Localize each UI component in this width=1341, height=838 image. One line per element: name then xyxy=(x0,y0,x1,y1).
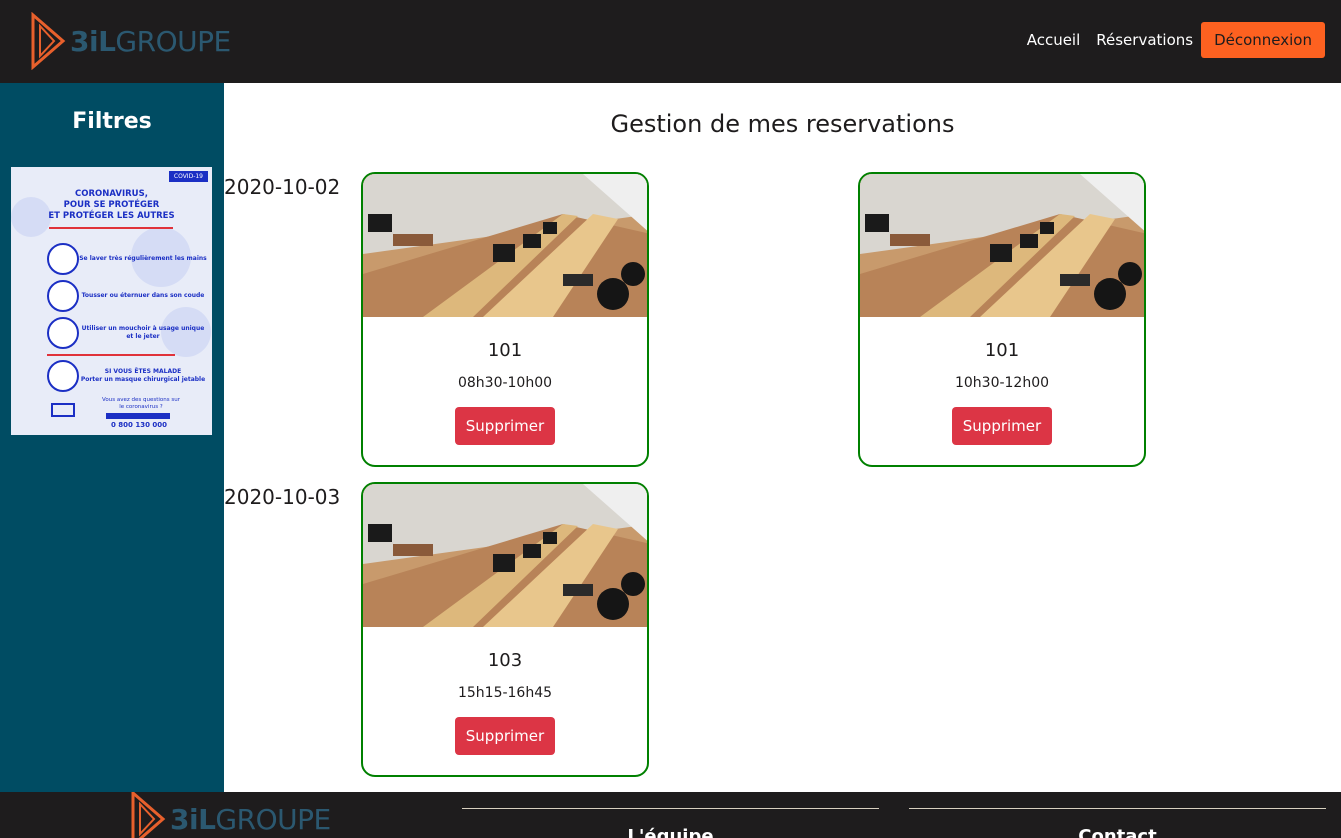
poster-phone: 0 800 130 000 xyxy=(110,421,168,429)
reservation-date: 2020-10-02 xyxy=(224,175,341,199)
logo-text: 3iLGROUPE xyxy=(170,803,331,836)
room-number: 101 xyxy=(487,340,523,361)
time-slot: 10h30-12h00 xyxy=(954,375,1050,391)
time-slot: 15h15-16h45 xyxy=(457,685,553,701)
laptop-icon xyxy=(51,403,75,417)
play-triangle-logo-icon xyxy=(31,12,66,70)
poster-divider xyxy=(47,354,175,356)
page-title: Gestion de mes reservations xyxy=(610,110,955,138)
poster-tip-title: SI VOUS ÊTES MALADE xyxy=(104,368,182,375)
nav-links: Accueil Réservations Déconnexion xyxy=(1027,22,1325,58)
footer-contact-heading: Contact xyxy=(1078,826,1157,838)
poster-tip-text: Utiliser un mouchoir à usage unique et l… xyxy=(81,325,205,340)
mask-icon xyxy=(47,360,79,392)
tissue-icon xyxy=(47,317,79,349)
room-number: 101 xyxy=(984,340,1020,361)
poster-tip-body: Porter un masque chirurgical jetable xyxy=(80,376,206,383)
top-navbar: 3iLGROUPE Accueil Réservations Déconnexi… xyxy=(0,0,1341,83)
footer-divider xyxy=(909,808,1326,809)
room-number: 103 xyxy=(487,650,523,671)
poster-tip: Tousser ou éternuer dans son coude xyxy=(47,280,207,312)
footer-logo: 3iLGROUPE xyxy=(130,792,331,838)
logo-prefix: 3iL xyxy=(70,24,116,58)
hand-wash-icon xyxy=(47,243,79,275)
delete-reservation-button[interactable]: Supprimer xyxy=(455,407,555,445)
logo-suffix: GROUPE xyxy=(215,802,331,836)
poster-tip: Utiliser un mouchoir à usage unique et l… xyxy=(47,317,207,349)
classroom-photo-image xyxy=(363,174,647,317)
covid-poster-image: COVID-19 CORONAVIRUS, POUR SE PROTÉGER E… xyxy=(11,167,212,435)
play-triangle-logo-icon xyxy=(131,792,166,838)
poster-title-line: ET PROTÉGER LES AUTRES xyxy=(48,211,175,221)
nav-home-link[interactable]: Accueil xyxy=(1027,22,1081,58)
poster-tip: SI VOUS ÊTES MALADE Porter un masque chi… xyxy=(47,360,207,392)
sidebar-title: Filtres xyxy=(72,109,152,134)
delete-reservation-button[interactable]: Supprimer xyxy=(952,407,1052,445)
poster-question: Vous avez des questions sur le coronavir… xyxy=(102,397,180,410)
cough-elbow-icon xyxy=(47,280,79,312)
poster-tip-text: Se laver très régulièrement les mains xyxy=(79,255,207,262)
classroom-photo-image xyxy=(860,174,1144,317)
logo-prefix: 3iL xyxy=(170,802,216,836)
logo-text: 3iLGROUPE xyxy=(70,25,231,58)
poster-divider xyxy=(49,227,173,229)
classroom-photo xyxy=(363,174,647,317)
logout-button[interactable]: Déconnexion xyxy=(1201,22,1325,58)
poster-tip-text: Tousser ou éternuer dans son coude xyxy=(81,292,205,299)
logo-suffix: GROUPE xyxy=(115,24,231,58)
poster-badge: COVID-19 xyxy=(168,171,208,182)
classroom-photo xyxy=(860,174,1144,317)
poster-title-line: POUR SE PROTÉGER xyxy=(63,200,160,210)
delete-reservation-button[interactable]: Supprimer xyxy=(455,717,555,755)
reservation-card: 101 10h30-12h00 Supprimer xyxy=(858,172,1146,467)
reservation-date: 2020-10-03 xyxy=(224,485,341,509)
footer-team-heading: L'équipe xyxy=(627,826,714,838)
poster-tip: Se laver très régulièrement les mains xyxy=(47,243,207,275)
time-slot: 08h30-10h00 xyxy=(457,375,553,391)
brand-logo[interactable]: 3iLGROUPE xyxy=(30,12,231,70)
classroom-photo xyxy=(363,484,647,627)
poster-title-line: CORONAVIRUS, xyxy=(75,189,148,199)
footer: 3iLGROUPE L'équipe Contact xyxy=(0,792,1341,838)
poster-link-bar xyxy=(106,413,170,419)
classroom-photo-image xyxy=(363,484,647,627)
filters-sidebar: Filtres COVID-19 CORONAVIRUS, POUR SE PR… xyxy=(0,83,224,792)
poster-tip-text: SI VOUS ÊTES MALADE Porter un masque chi… xyxy=(79,368,207,384)
footer-divider xyxy=(462,808,879,809)
nav-reservations-link[interactable]: Réservations xyxy=(1096,22,1193,58)
reservation-card: 101 08h30-10h00 Supprimer xyxy=(361,172,649,467)
reservation-card: 103 15h15-16h45 Supprimer xyxy=(361,482,649,777)
poster-title: CORONAVIRUS, POUR SE PROTÉGER ET PROTÉGE… xyxy=(11,189,212,222)
